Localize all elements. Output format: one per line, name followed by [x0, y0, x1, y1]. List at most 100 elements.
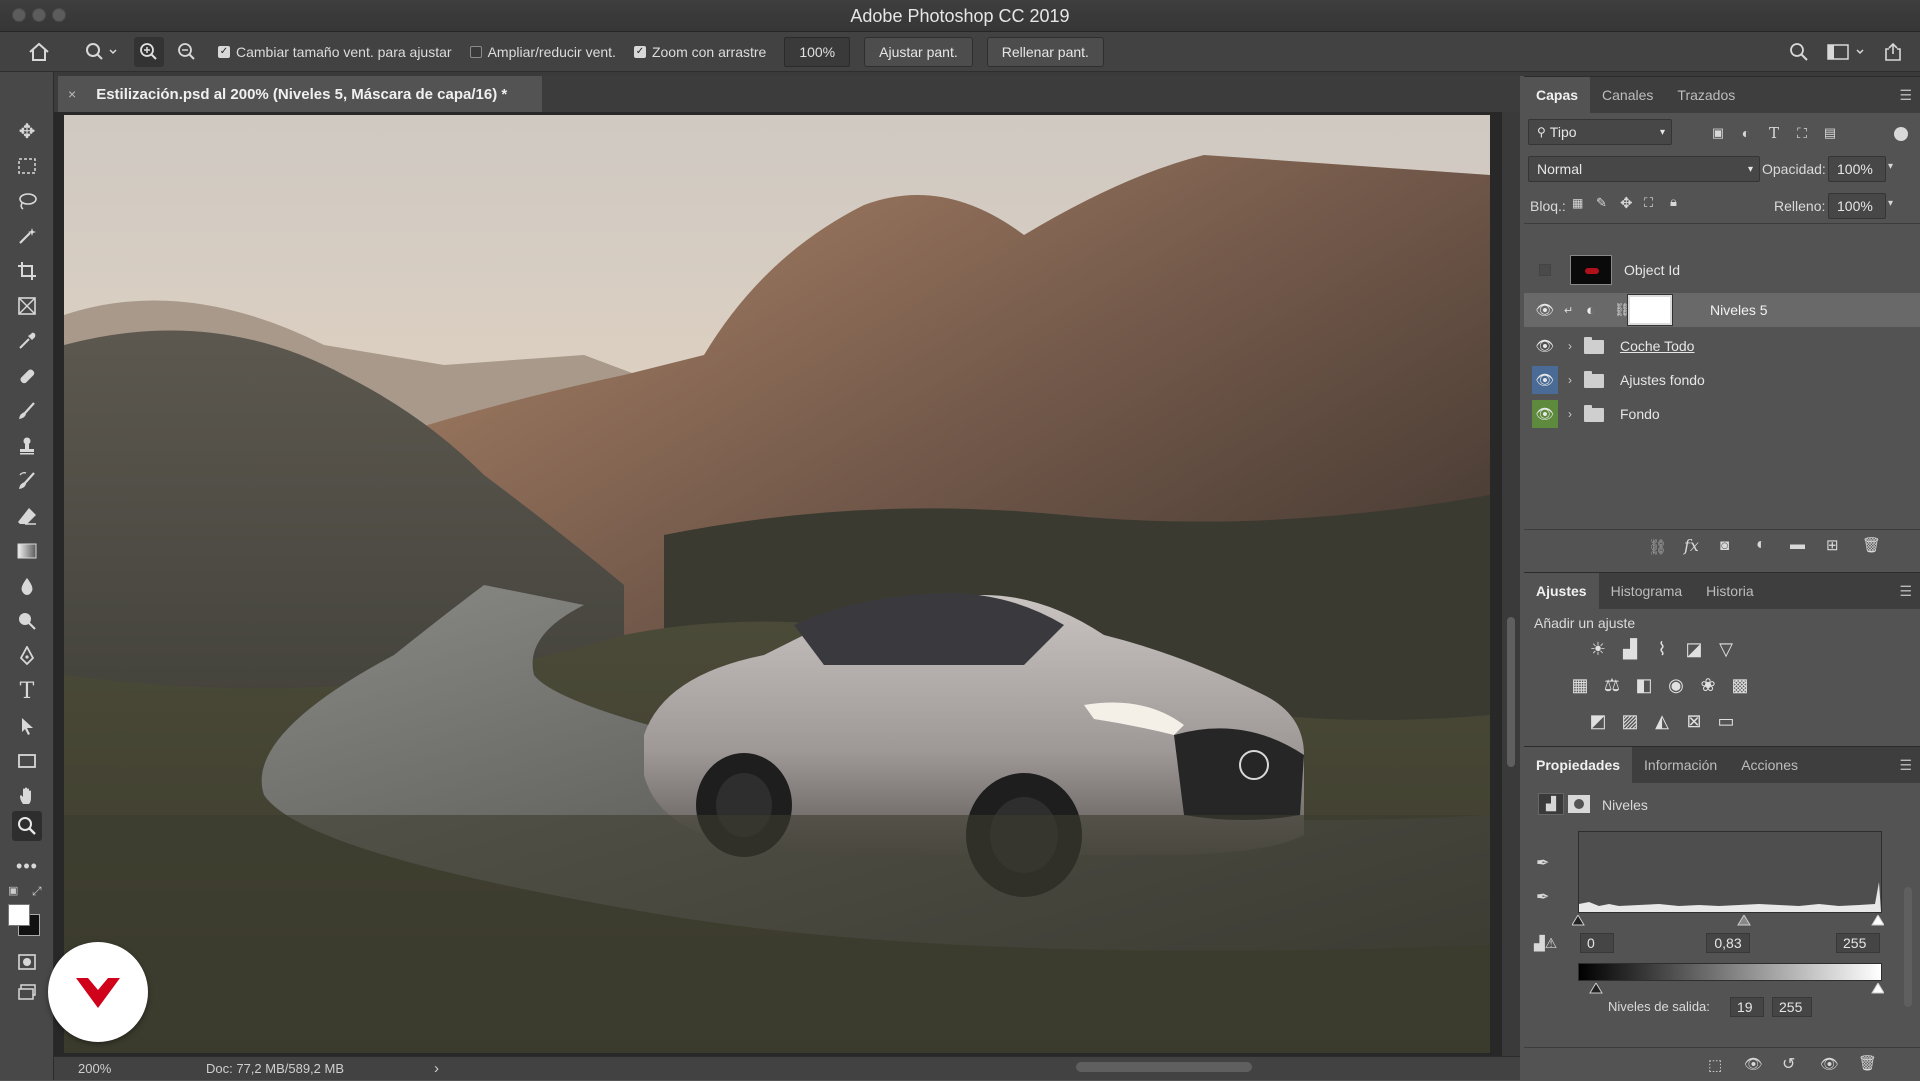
quick-mask-icon[interactable] [12, 947, 42, 977]
levels-properties-icon[interactable]: ▟ [1538, 793, 1564, 815]
eraser-tool-icon[interactable] [12, 501, 42, 531]
input-gamma-field[interactable]: 0,83 [1706, 933, 1750, 953]
default-colors-icon[interactable]: ▣ [8, 884, 18, 897]
opacity-field[interactable]: 100% [1828, 156, 1886, 182]
eye-icon[interactable]: 👁︎ [1532, 400, 1558, 428]
fill-dropdown-icon[interactable]: ▾ [1888, 198, 1893, 209]
blur-tool-icon[interactable] [12, 571, 42, 601]
resize-windows-checkbox[interactable]: ✓ [218, 45, 230, 58]
type-tool-icon[interactable]: T [12, 676, 42, 706]
hand-tool-icon[interactable] [12, 781, 42, 811]
move-tool-icon[interactable]: ✥ [12, 116, 42, 146]
zoom-all-windows-option[interactable]: Ampliar/reducir vent. [469, 44, 616, 60]
document-tab[interactable]: × Estilización.psd al 200% (Niveles 5, M… [58, 76, 542, 112]
pen-tool-icon[interactable] [12, 641, 42, 671]
rectangle-tool-icon[interactable] [12, 746, 42, 776]
tab-ajustes[interactable]: Ajustes [1524, 573, 1599, 609]
search-icon[interactable] [1784, 42, 1814, 62]
clone-stamp-tool-icon[interactable] [12, 431, 42, 461]
tab-informacion[interactable]: Información [1632, 747, 1729, 783]
foreground-color-swatch[interactable] [8, 904, 30, 926]
scrubby-zoom-option[interactable]: ✓ Zoom con arrastre [633, 44, 766, 60]
opacity-dropdown-icon[interactable]: ▾ [1888, 161, 1893, 172]
crop-tool-icon[interactable] [12, 256, 42, 286]
tab-historia[interactable]: Historia [1694, 573, 1765, 609]
eye-icon[interactable]: 👁︎ [1532, 366, 1558, 394]
black-white-icon[interactable]: ◧ [1632, 673, 1656, 697]
tab-trazados[interactable]: Trazados [1665, 77, 1747, 113]
exposure-icon[interactable]: ◪ [1682, 637, 1706, 661]
frame-tool-icon[interactable] [12, 291, 42, 321]
output-black-field[interactable]: 19 [1730, 997, 1764, 1017]
fill-field[interactable]: 100% [1828, 193, 1886, 219]
input-black-field[interactable]: 0 [1580, 933, 1614, 953]
layer-row-coche-todo[interactable]: 👁︎ › Coche Todo [1524, 329, 1920, 363]
path-selection-tool-icon[interactable] [12, 711, 42, 741]
properties-panel-menu-icon[interactable]: ☰ [1899, 757, 1912, 774]
output-levels-slider[interactable] [1572, 982, 1885, 995]
dodge-tool-icon[interactable] [12, 606, 42, 636]
filter-type-icon[interactable]: T [1764, 123, 1784, 143]
lock-transparency-icon[interactable]: ▦ [1572, 196, 1583, 210]
properties-scroll-thumb[interactable] [1904, 887, 1912, 1007]
document-image[interactable] [64, 115, 1490, 1053]
black-point-eyedropper-icon[interactable]: ✒ [1536, 853, 1549, 873]
clip-to-layer-icon[interactable]: ⬚ [1708, 1056, 1722, 1074]
new-layer-icon[interactable]: ⊞ [1826, 536, 1839, 554]
status-menu-arrow-icon[interactable]: › [434, 1060, 439, 1077]
zoom-in-icon[interactable] [134, 36, 164, 67]
swap-colors-icon[interactable]: ⤢ [32, 884, 42, 899]
lock-pixels-icon[interactable]: ✎ [1596, 195, 1607, 211]
screen-mode-icon[interactable] [12, 977, 42, 1007]
mask-properties-icon[interactable] [1568, 795, 1590, 813]
fill-screen-button[interactable]: Rellenar pant. [986, 36, 1104, 67]
share-icon[interactable] [1878, 42, 1908, 62]
tab-capas[interactable]: Capas [1524, 77, 1591, 113]
close-document-icon[interactable]: × [68, 86, 76, 102]
output-white-field[interactable]: 255 [1772, 997, 1812, 1017]
marquee-tool-icon[interactable] [12, 151, 42, 181]
lock-artboard-icon[interactable]: ⛶ [1644, 195, 1653, 211]
link-layers-icon[interactable]: ⛓︎ [1648, 538, 1667, 556]
filter-smart-object-icon[interactable]: ▤ [1820, 123, 1840, 143]
zoom-all-windows-checkbox[interactable] [469, 45, 482, 58]
input-white-field[interactable]: 255 [1836, 933, 1880, 953]
white-point-eyedropper-icon[interactable]: ✒ [1536, 887, 1549, 907]
brightness-contrast-icon[interactable]: ☀ [1586, 637, 1610, 661]
scrubby-zoom-checkbox[interactable]: ✓ [633, 45, 646, 58]
zoom-out-icon[interactable] [172, 42, 202, 62]
lock-position-icon[interactable]: ✥ [1620, 194, 1633, 212]
tab-histograma[interactable]: Histograma [1599, 573, 1695, 609]
healing-brush-tool-icon[interactable] [12, 361, 42, 391]
layers-panel-menu-icon[interactable]: ☰ [1899, 87, 1912, 104]
chevron-right-icon[interactable]: › [1568, 407, 1572, 421]
layer-row-object-id[interactable]: Object Id [1524, 253, 1920, 287]
toggle-visibility-icon[interactable]: 👁︎ [1820, 1055, 1839, 1073]
home-icon[interactable] [20, 42, 58, 62]
threshold-icon[interactable]: ◭ [1650, 709, 1674, 733]
channel-mixer-icon[interactable]: ❀ [1696, 673, 1720, 697]
workspace-icon[interactable] [1826, 43, 1868, 61]
layer-row-ajustes-fondo[interactable]: 👁︎ › Ajustes fondo [1524, 363, 1920, 397]
history-brush-tool-icon[interactable] [12, 466, 42, 496]
delete-adjustment-icon[interactable]: 🗑︎ [1858, 1054, 1877, 1072]
chevron-right-icon[interactable]: › [1568, 339, 1572, 353]
layer-row-niveles-5[interactable]: 👁︎ ↵ ◐ ⛓︎ Niveles 5 [1524, 293, 1920, 327]
eyedropper-tool-icon[interactable] [12, 326, 42, 356]
filter-pixel-icon[interactable]: ▣ [1708, 123, 1728, 143]
visibility-toggle-off[interactable] [1532, 256, 1558, 284]
zoom-percent-field[interactable]: 100% [784, 36, 851, 67]
new-group-icon[interactable]: ▬ [1790, 536, 1805, 553]
tab-acciones[interactable]: Acciones [1729, 747, 1810, 783]
levels-icon[interactable]: ▟ [1618, 637, 1642, 661]
zoom-tool-preset-icon[interactable] [82, 42, 122, 62]
fit-screen-button[interactable]: Ajustar pant. [864, 36, 973, 67]
gradient-map-icon[interactable]: ▭ [1714, 709, 1738, 733]
color-balance-icon[interactable]: ⚖ [1600, 673, 1624, 697]
resize-windows-option[interactable]: ✓ Cambiar tamaño vent. para ajustar [218, 44, 452, 60]
layer-mask-thumbnail[interactable] [1627, 294, 1673, 326]
zoom-tool-icon[interactable] [12, 811, 42, 841]
hue-saturation-icon[interactable]: ▦ [1568, 673, 1592, 697]
tab-propiedades[interactable]: Propiedades [1524, 747, 1633, 783]
chevron-right-icon[interactable]: › [1568, 373, 1572, 387]
